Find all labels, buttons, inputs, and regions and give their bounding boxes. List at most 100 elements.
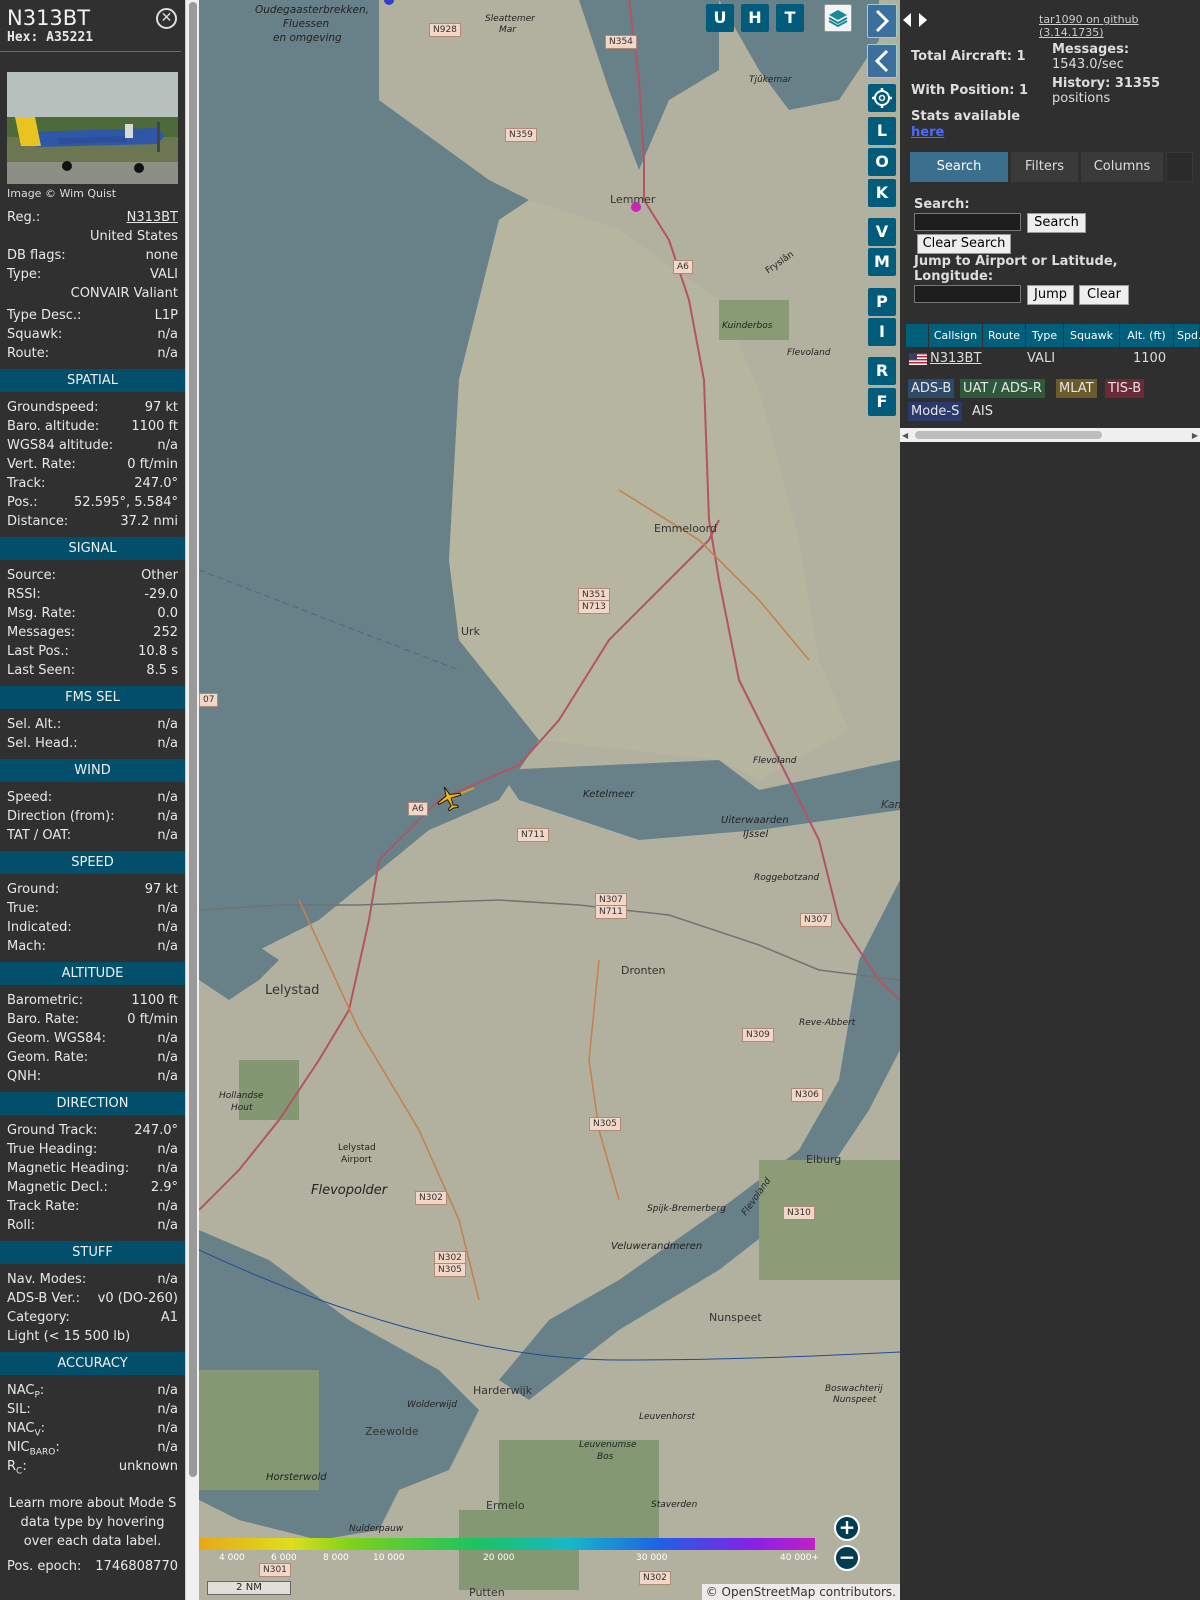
col-squawk[interactable]: Squawk [1064, 324, 1120, 347]
toggle-h-button[interactable]: H [741, 4, 769, 32]
section-header-stuff[interactable]: STUFF [0, 1241, 185, 1264]
tab-search[interactable]: Search [910, 152, 1008, 182]
accuracy-value: unknown [118, 1459, 178, 1474]
speed-value: n/a [157, 901, 178, 916]
dbflags-label: DB flags: [7, 248, 66, 263]
clear-button[interactable]: Clear [1079, 285, 1129, 305]
jump-button[interactable]: Jump [1027, 285, 1074, 305]
sidebar-scrollbar[interactable] [185, 0, 199, 1600]
stuff-value: v0 (DO-260) [97, 1291, 178, 1306]
section-header-wind[interactable]: WIND [0, 759, 185, 782]
tab-filters[interactable]: Filters [1011, 152, 1078, 182]
place-label: Spijk-Bremerberg [647, 1204, 726, 1214]
direction-label: Ground Track: [7, 1123, 98, 1138]
col-type[interactable]: Type [1026, 324, 1064, 347]
col-speed[interactable]: Spd. [1174, 324, 1200, 347]
layers-icon[interactable] [824, 4, 852, 32]
section-header-speed[interactable]: SPEED [0, 851, 185, 874]
altitude-tick: 10 000 [373, 1553, 405, 1563]
toggle-f-button[interactable]: F [868, 388, 896, 416]
col-flag[interactable] [906, 324, 929, 347]
toggle-p-button[interactable]: P [868, 288, 896, 316]
section-header-altitude[interactable]: ALTITUDE [0, 962, 185, 985]
horizontal-scrollbar[interactable]: ◀ ▶ [900, 428, 1200, 442]
toggle-i-button[interactable]: I [868, 318, 896, 346]
chevron-right-icon[interactable] [867, 4, 897, 38]
col-altitude[interactable]: Alt. (ft) [1120, 324, 1174, 347]
altitude-value: n/a [157, 1050, 178, 1065]
pos-epoch-row: Pos. epoch: 1746808770 [0, 1557, 185, 1576]
reg-link[interactable]: N313BT [127, 208, 178, 227]
altitude-value: n/a [157, 1069, 178, 1084]
accuracy-label: NACV: [7, 1421, 46, 1439]
road-shield: N310 [783, 1206, 815, 1220]
scroll-left-arrow-icon[interactable]: ◀ [902, 431, 908, 440]
road-shield: N302 [415, 1191, 447, 1205]
place-label: Lelystad [338, 1143, 376, 1153]
speed-value: n/a [157, 939, 178, 954]
badge-tisb[interactable]: TIS-B [1105, 379, 1145, 398]
badge-mlat[interactable]: MLAT [1056, 379, 1097, 398]
section-header-direction[interactable]: DIRECTION [0, 1092, 185, 1115]
label-text: NAC [7, 1421, 35, 1436]
squawk-label: Squawk: [7, 327, 63, 342]
table-row[interactable]: N313BT VALI 1100 [906, 348, 1200, 369]
altitude-tick: 40 000+ [780, 1553, 820, 1563]
aircraft-marker-icon[interactable] [436, 785, 462, 811]
place-label: Nunspeet [709, 1311, 762, 1324]
col-callsign[interactable]: Callsign [929, 324, 983, 347]
search-button[interactable]: Search [1027, 213, 1086, 233]
map-attribution[interactable]: © OpenStreetMap contributors. [701, 1584, 900, 1600]
section-header-signal[interactable]: SIGNAL [0, 537, 185, 560]
expand-horizontal-icon[interactable] [900, 8, 930, 32]
search-input[interactable] [914, 213, 1021, 231]
speed-row: Indicated: n/a [0, 918, 185, 937]
toggle-k-button[interactable]: K [868, 179, 896, 207]
route-label: Route: [7, 346, 50, 361]
spatial-value: n/a [157, 438, 178, 453]
road-shield: N713 [578, 600, 610, 614]
zoom-in-button[interactable]: + [834, 1515, 860, 1541]
toggle-t-button[interactable]: T [776, 4, 804, 32]
accuracy-row: RC: unknown [0, 1457, 185, 1477]
toggle-v-button[interactable]: V [868, 218, 896, 246]
badge-uat[interactable]: UAT / ADS-R [960, 379, 1045, 398]
us-flag-icon [909, 353, 927, 365]
spatial-value: 1100 ft [131, 419, 178, 434]
aircraft-photo[interactable] [7, 72, 178, 184]
jump-input[interactable] [914, 285, 1021, 303]
toggle-u-button[interactable]: U [706, 4, 734, 32]
toggle-l-button[interactable]: L [868, 117, 896, 145]
altitude-row: Barometric: 1100 ft [0, 991, 185, 1010]
section-header-accuracy[interactable]: ACCURACY [0, 1352, 185, 1375]
github-link[interactable]: tar1090 on github (3.14.1735) [1039, 13, 1200, 39]
col-route[interactable]: Route [983, 324, 1026, 347]
map-view[interactable]: Oudegaasterbrekken, Fluessen en omgeving… [199, 0, 900, 1600]
clear-search-button[interactable]: Clear Search [917, 234, 1011, 254]
place-label: Ketelmeer [583, 789, 635, 800]
altitude-tick: 4 000 [219, 1553, 245, 1563]
scrollbar-thumb[interactable] [189, 2, 197, 1477]
signal-value: 0.0 [157, 606, 178, 621]
badge-adsb[interactable]: ADS-B [908, 379, 955, 398]
chevron-left-icon[interactable] [867, 44, 897, 78]
zoom-out-button[interactable]: − [834, 1545, 860, 1571]
row-callsign[interactable]: N313BT [930, 348, 981, 369]
settings-gear-icon[interactable] [868, 84, 896, 112]
section-header-fms[interactable]: FMS SEL [0, 686, 185, 709]
toggle-r-button[interactable]: R [868, 357, 896, 385]
toggle-m-button[interactable]: M [868, 248, 896, 276]
scroll-right-arrow-icon[interactable]: ▶ [1192, 431, 1198, 440]
close-icon[interactable]: ✕ [156, 8, 177, 29]
place-label: Ermelo [486, 1499, 525, 1512]
squawk-value: n/a [157, 327, 178, 342]
toggle-o-button[interactable]: O [868, 148, 896, 176]
stats-link[interactable]: here [911, 125, 944, 140]
road-shield: N354 [605, 35, 637, 49]
section-header-spatial[interactable]: SPATIAL [0, 369, 185, 392]
badge-ais[interactable]: AIS [969, 402, 996, 421]
tab-columns[interactable]: Columns [1081, 152, 1163, 182]
badge-modes[interactable]: Mode-S [908, 402, 963, 421]
speed-label: Mach: [7, 939, 46, 954]
scrollbar-thumb[interactable] [915, 431, 1102, 439]
